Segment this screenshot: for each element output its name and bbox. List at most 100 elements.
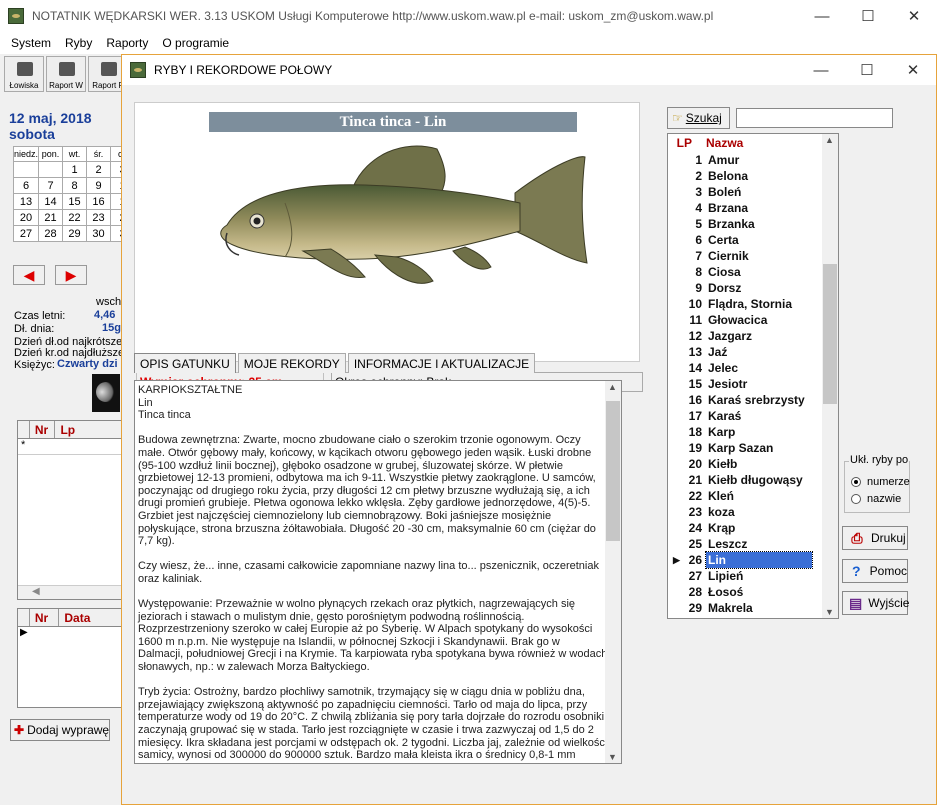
cal-day[interactable]	[12, 161, 40, 178]
fish-list-item[interactable]: 29 Makrela	[668, 600, 838, 616]
trip-grid-header: Nr Data	[18, 609, 127, 627]
scroll-thumb[interactable]	[606, 401, 620, 541]
scroll-down-icon[interactable]: ▼	[825, 607, 834, 617]
fish-name: Karaś	[708, 409, 742, 423]
fish-list-item[interactable]: 17 Karaś	[668, 408, 838, 424]
trip-grid[interactable]: Nr Data ▶	[17, 608, 127, 708]
cal-day[interactable]: 21	[38, 209, 64, 226]
description-scrollbar[interactable]: ▲ ▼	[605, 381, 621, 763]
scroll-thumb[interactable]	[823, 264, 837, 404]
scroll-up-icon[interactable]: ▲	[825, 135, 834, 145]
cal-day[interactable]: 29	[62, 225, 88, 242]
fish-list-item[interactable]: 11 Głowacica	[668, 312, 838, 328]
cal-day[interactable]: 6	[12, 177, 40, 194]
scroll-down-icon[interactable]: ▼	[608, 752, 617, 762]
fish-list-item[interactable]: 25 Leszcz	[668, 536, 838, 552]
exit-button[interactable]: ▤ Wyjście	[842, 591, 909, 615]
col-data[interactable]: Data	[59, 609, 127, 626]
cal-day[interactable]: 13	[12, 193, 40, 210]
fish-title: Tinca tinca - Lin	[209, 112, 577, 132]
cal-day[interactable]: 16	[86, 193, 112, 210]
menu-system[interactable]: System	[4, 36, 58, 50]
fish-list-item[interactable]: 23 koza	[668, 504, 838, 520]
cal-day[interactable]: 7	[38, 177, 64, 194]
close-icon[interactable]: ✕	[890, 54, 936, 86]
fish-number: 5	[695, 217, 702, 231]
cal-day[interactable]: 27	[12, 225, 40, 242]
fish-list-item[interactable]: 6 Certa	[668, 232, 838, 248]
fish-list-item[interactable]: 3 Boleń	[668, 184, 838, 200]
search-input[interactable]	[736, 108, 893, 128]
fish-illustration	[220, 145, 588, 284]
fish-list-item[interactable]: 28 Łosoś	[668, 584, 838, 600]
menu-raporty[interactable]: Raporty	[99, 36, 155, 50]
fish-list-item[interactable]: 16 Karaś srebrzysty	[668, 392, 838, 408]
scroll-left-icon[interactable]: ◀	[32, 586, 40, 597]
fish-list-item[interactable]: 22 Kleń	[668, 488, 838, 504]
maximize-icon[interactable]: ☐	[845, 0, 891, 32]
fish-list-item[interactable]: 12 Jazgarz	[668, 328, 838, 344]
catch-grid[interactable]: Nr Lp * ◀	[17, 420, 127, 600]
fish-list-scrollbar[interactable]: ▲ ▼	[822, 134, 838, 618]
print-button[interactable]: ⎙ Drukuj	[842, 526, 908, 550]
cal-day[interactable]: 2	[86, 161, 112, 178]
cal-day[interactable]: 23	[86, 209, 112, 226]
col-nr[interactable]: Nr	[30, 421, 56, 438]
tab-opis-gatunku[interactable]: OPIS GATUNKU	[134, 353, 236, 373]
fish-list-item[interactable]: 14 Jelec	[668, 360, 838, 376]
cal-day[interactable]: 20	[12, 209, 40, 226]
col-lp[interactable]: Lp	[55, 421, 126, 438]
fish-list-item[interactable]: 20 Kiełb	[668, 456, 838, 472]
fish-list-item[interactable]: 15 Jesiotr	[668, 376, 838, 392]
fish-list-item[interactable]: 27 Lipień	[668, 568, 838, 584]
help-button[interactable]: ? Pomoc	[842, 559, 908, 583]
menu-o-programie[interactable]: O programie	[155, 36, 236, 50]
menu-ryby[interactable]: Ryby	[58, 36, 99, 50]
lowiska-button[interactable]: Łowiska	[4, 56, 44, 92]
tab-informacje[interactable]: INFORMACJE I AKTUALIZACJE	[347, 353, 536, 373]
cal-day[interactable]: 30	[86, 225, 112, 242]
col-nazwa[interactable]: Nazwa	[696, 134, 743, 152]
minimize-icon[interactable]: —	[799, 0, 845, 32]
hscroll[interactable]: ◀	[18, 585, 126, 599]
fish-list[interactable]: LP Nazwa 1 Amur 2 Belona 3 Boleń 4 Brzana 5 Brzan…	[667, 133, 839, 619]
species-description[interactable]: KARPIOKSZTAŁTNE Lin Tinca tinca Budowa z…	[134, 380, 622, 764]
fish-list-item[interactable]: 24 Krąp	[668, 520, 838, 536]
cal-day[interactable]	[38, 161, 64, 178]
next-month-button[interactable]: ▶	[55, 265, 87, 285]
maximize-icon[interactable]: ☐	[844, 54, 890, 86]
fish-list-item[interactable]: 5 Brzanka	[668, 216, 838, 232]
fish-list-item[interactable]: 18 Karp	[668, 424, 838, 440]
close-icon[interactable]: ✕	[891, 0, 937, 32]
cal-day[interactable]: 9	[86, 177, 112, 194]
tab-moje-rekordy[interactable]: MOJE REKORDY	[237, 353, 346, 373]
fish-list-item[interactable]: ▶ 26 Lin	[668, 551, 838, 569]
fish-list-item[interactable]: 8 Ciosa	[668, 264, 838, 280]
raport-w-button[interactable]: Raport W	[46, 56, 86, 92]
col-nr[interactable]: Nr	[30, 609, 60, 626]
cal-day[interactable]: 8	[62, 177, 88, 194]
fish-list-item[interactable]: 7 Ciernik	[668, 248, 838, 264]
col-lp[interactable]: LP	[668, 134, 696, 152]
fish-list-item[interactable]: 2 Belona	[668, 168, 838, 184]
cal-day[interactable]: 15	[62, 193, 88, 210]
fish-list-item[interactable]: 1 Amur	[668, 152, 838, 168]
fish-list-item[interactable]: 13 Jaź	[668, 344, 838, 360]
fish-list-item[interactable]: 10 Flądra, Stornia	[668, 296, 838, 312]
fish-name: Jaź	[708, 345, 728, 359]
fish-list-item[interactable]: 9 Dorsz	[668, 280, 838, 296]
minimize-icon[interactable]: —	[798, 54, 844, 86]
cal-day[interactable]: 28	[38, 225, 64, 242]
scroll-up-icon[interactable]: ▲	[608, 382, 617, 392]
sort-by-name-radio[interactable]: nazwie	[851, 493, 901, 505]
cal-day[interactable]: 1	[62, 161, 88, 178]
fish-list-item[interactable]: 21 Kiełb długowąsy	[668, 472, 838, 488]
fish-list-item[interactable]: 4 Brzana	[668, 200, 838, 216]
cal-day[interactable]: 14	[38, 193, 64, 210]
search-button[interactable]: ☞ Szukaj	[667, 107, 730, 129]
sort-by-number-radio[interactable]: numerze	[851, 476, 910, 488]
add-trip-button[interactable]: ✚ Dodaj wyprawę	[10, 719, 110, 741]
fish-list-item[interactable]: 19 Karp Sazan	[668, 440, 838, 456]
prev-month-button[interactable]: ◀	[13, 265, 45, 285]
cal-day[interactable]: 22	[62, 209, 88, 226]
